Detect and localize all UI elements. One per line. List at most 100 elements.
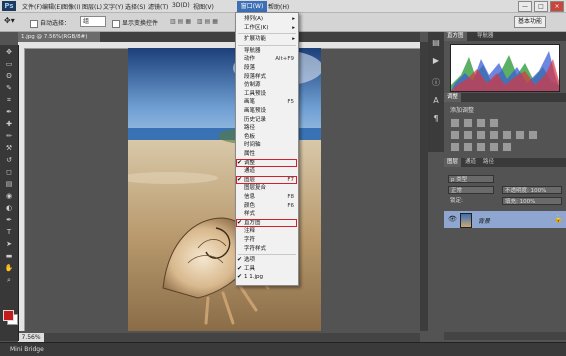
info-panel-icon[interactable]: ⓘ — [431, 78, 441, 88]
menu-layer[interactable]: 图层(L) — [82, 2, 102, 11]
window-menu-item[interactable]: 路径 — [236, 124, 298, 132]
path-select-icon[interactable]: ➤ — [3, 240, 15, 249]
paragraph-panel-icon[interactable]: ¶ — [431, 114, 441, 124]
color-balance-icon[interactable] — [476, 130, 486, 140]
window-menu-item[interactable]: 历史记录 — [236, 116, 298, 124]
checkbox-icon[interactable] — [30, 19, 38, 28]
window-menu-item[interactable]: ✔ 1 1.jpg — [236, 273, 298, 281]
quick-select-icon[interactable]: ✎ — [3, 84, 15, 93]
tab-channels[interactable]: 通道 — [462, 158, 479, 167]
dodge-icon[interactable]: ◐ — [3, 204, 15, 213]
foreground-color-swatch[interactable] — [3, 310, 14, 321]
window-menu-item[interactable]: 时间轴 — [236, 141, 298, 149]
menu-help[interactable]: 帮助(H) — [268, 2, 289, 11]
menu-select[interactable]: 选择(S) — [125, 2, 146, 11]
fill-field[interactable]: 填充: 100% — [502, 197, 562, 205]
brightness-icon[interactable] — [450, 118, 460, 128]
window-menu-item[interactable]: 排列(A) ▸ — [236, 15, 298, 23]
auto-select-checkbox[interactable]: 自动选择： — [30, 18, 70, 28]
layer-search[interactable]: p 类型 — [448, 175, 494, 183]
window-menu-item[interactable]: 色板 — [236, 133, 298, 141]
hue-saturation-icon[interactable] — [463, 130, 473, 140]
tab-histogram[interactable]: 直方图 — [444, 32, 467, 41]
selective-color-icon[interactable] — [502, 142, 512, 152]
history-panel-icon[interactable]: ▤ — [431, 38, 441, 48]
brush-icon[interactable]: ✏ — [3, 132, 15, 141]
channel-mixer-icon[interactable] — [515, 130, 525, 140]
eyedropper-icon[interactable]: ✒ — [3, 108, 15, 117]
window-menu-item[interactable]: 动作 Alt+F9 — [236, 55, 298, 63]
layer-row[interactable]: 👁 背景 🔒 — [444, 211, 566, 228]
menu-3d[interactable]: 3D(D) — [172, 2, 190, 9]
tab-adjust[interactable]: 调整 — [444, 93, 462, 102]
blur-icon[interactable]: ◉ — [3, 192, 15, 201]
align-icons[interactable]: ▥▤▦ ▥▤▦ — [170, 18, 220, 25]
window-menu-item[interactable]: 信息 F8 — [236, 193, 298, 201]
visibility-eye-icon[interactable]: 👁 — [448, 215, 457, 223]
healing-icon[interactable]: ✚ — [3, 120, 15, 129]
blend-mode-select[interactable]: 正常 — [448, 186, 494, 194]
gradient-map-icon[interactable] — [489, 142, 499, 152]
workspace-switcher[interactable]: 基本功能 — [514, 16, 546, 28]
window-menu-item[interactable]: 字符样式 — [236, 245, 298, 253]
menu-type[interactable]: 文字(Y) — [103, 2, 123, 11]
mini-bridge-tab[interactable]: Mini Bridge — [10, 346, 44, 353]
auto-select-dropdown[interactable]: 组 — [80, 16, 106, 27]
curves-icon[interactable] — [476, 118, 486, 128]
black-white-icon[interactable] — [489, 130, 499, 140]
window-menu-item[interactable]: ✔ 工具 — [236, 265, 298, 273]
menu-window[interactable]: 窗口(W) — [237, 1, 267, 12]
window-menu-item[interactable]: 颜色 F6 — [236, 202, 298, 210]
menu-filter[interactable]: 滤镜(T) — [148, 2, 168, 11]
history-brush-icon[interactable]: ↺ — [3, 156, 15, 165]
menu-edit[interactable]: 编辑(E) — [42, 2, 62, 11]
menu-image[interactable]: 图像(I) — [62, 2, 80, 11]
menu-file[interactable]: 文件(F) — [22, 2, 42, 11]
invert-icon[interactable] — [450, 142, 460, 152]
tab-paths[interactable]: 路径 — [480, 158, 497, 167]
levels-icon[interactable] — [463, 118, 473, 128]
close-button[interactable]: × — [550, 1, 564, 12]
checkbox-icon[interactable] — [112, 19, 120, 28]
maximize-button[interactable]: □ — [534, 1, 548, 12]
move-icon[interactable]: ✥ — [3, 48, 15, 57]
gradient-icon[interactable]: ▤ — [3, 180, 15, 189]
window-menu-item[interactable]: 工具预设 — [236, 90, 298, 98]
vibrance-icon[interactable] — [450, 130, 460, 140]
pen-icon[interactable]: ✒ — [3, 216, 15, 225]
window-menu-item[interactable]: 画笔 F5 — [236, 98, 298, 106]
window-menu-item[interactable]: 画笔预设 — [236, 107, 298, 115]
exposure-icon[interactable] — [489, 118, 499, 128]
window-menu-item[interactable]: 工作区(K) ▸ — [236, 24, 298, 32]
window-menu-item[interactable]: ✔ 选项 — [236, 256, 298, 264]
hand-icon[interactable]: ✋ — [3, 264, 15, 273]
menu-view[interactable]: 视图(V) — [193, 2, 214, 11]
type-icon[interactable]: T — [3, 228, 15, 237]
lasso-icon[interactable]: ʘ — [3, 72, 15, 81]
window-menu-item[interactable]: 段落样式 — [236, 73, 298, 81]
window-menu-item[interactable]: 通道 — [236, 167, 298, 175]
window-menu-item[interactable]: 属性 — [236, 150, 298, 158]
tab-layers[interactable]: 图层 — [444, 158, 462, 167]
marquee-icon[interactable]: ▭ — [3, 60, 15, 69]
window-menu-item[interactable]: 样式 — [236, 210, 298, 218]
tab-navigator[interactable]: 导航器 — [474, 32, 497, 41]
window-menu-item[interactable]: 扩展功能 ▸ — [236, 35, 298, 43]
eraser-icon[interactable]: ◻ — [3, 168, 15, 177]
document-tab[interactable]: 1.jpg @ 7.56%(RGB/8#) — [18, 32, 100, 42]
zoom-level[interactable]: 7.56% — [18, 333, 44, 342]
window-menu-item[interactable]: 字符 — [236, 236, 298, 244]
character-panel-icon[interactable]: A — [431, 96, 441, 106]
color-lookup-icon[interactable] — [528, 130, 538, 140]
opacity-field[interactable]: 不透明度: 100% — [502, 186, 562, 194]
minimize-button[interactable]: — — [518, 1, 532, 12]
window-menu-item[interactable]: 注释 — [236, 227, 298, 235]
window-menu-item[interactable]: 导航器 — [236, 47, 298, 55]
stamp-icon[interactable]: ⚒ — [3, 144, 15, 153]
posterize-icon[interactable] — [463, 142, 473, 152]
vertical-scrollbar[interactable] — [420, 42, 428, 331]
show-transform-checkbox[interactable]: 显示变换控件 — [112, 18, 158, 28]
crop-icon[interactable]: ⌗ — [3, 96, 15, 105]
threshold-icon[interactable] — [476, 142, 486, 152]
move-tool-icon[interactable]: ✥▾ — [4, 16, 15, 25]
